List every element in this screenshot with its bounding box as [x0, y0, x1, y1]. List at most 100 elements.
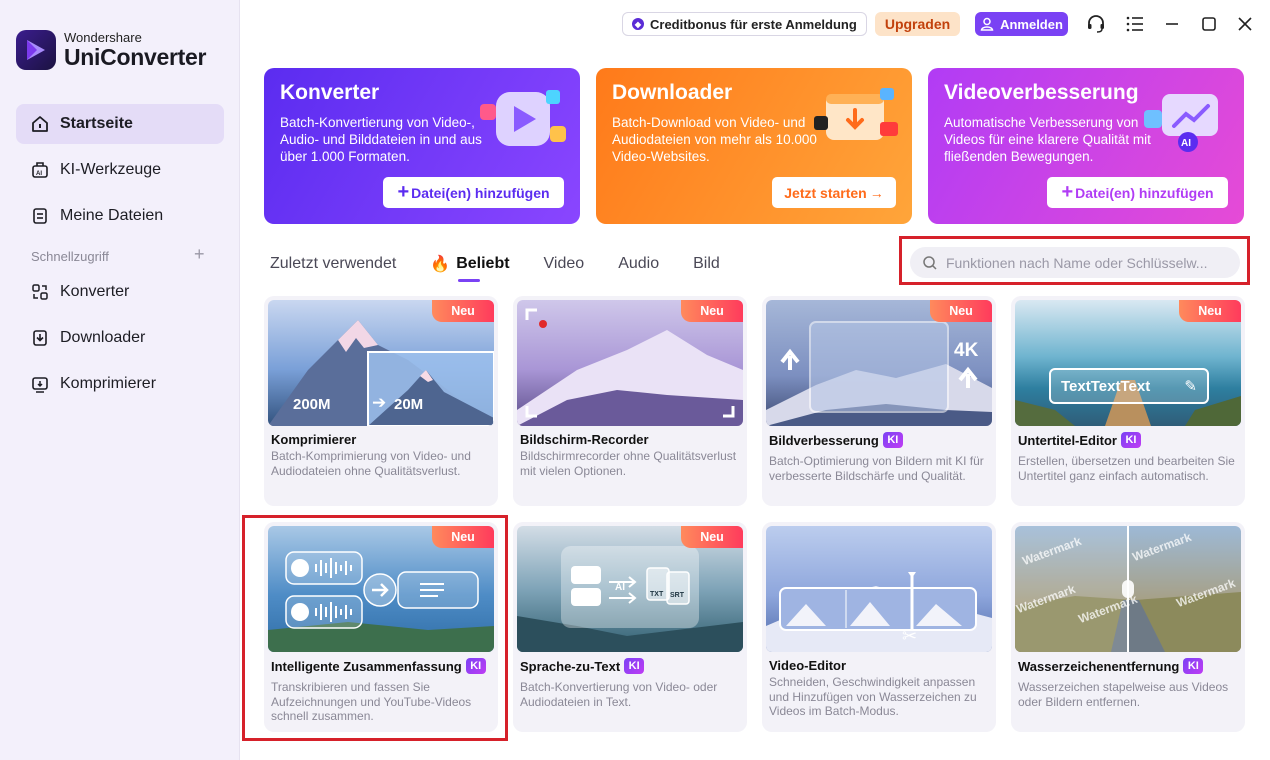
- app-logo: Wondershare UniConverter: [16, 30, 206, 70]
- tab-audio[interactable]: Audio: [618, 252, 659, 276]
- search-input[interactable]: [946, 254, 1226, 271]
- ki-badge: KI: [1183, 658, 1204, 674]
- watermark-thumbnail: Watermark Watermark Watermark Watermark …: [1015, 526, 1241, 652]
- feature-card-untertitel-editor[interactable]: TextTextText ✎ Neu Untertitel-Editor KI E…: [1011, 296, 1245, 506]
- card-title: Bildverbesserung KI: [769, 432, 903, 448]
- hero-card-videoverbesserung[interactable]: Videoverbesserung Automatische Verbesser…: [928, 68, 1244, 224]
- add-files-label: Datei(en) hinzufügen: [1075, 184, 1214, 201]
- credit-icon: ◆: [632, 18, 644, 30]
- converter-illustration-icon: [480, 90, 566, 146]
- tab-video[interactable]: Video: [544, 252, 585, 276]
- feature-card-bildverbesserung[interactable]: 4K Neu Bildverbesserung KI Batch-Optimier…: [762, 296, 996, 506]
- sidebar: Wondershare UniConverter Startseite AI K…: [0, 0, 240, 760]
- resolution-4k-label: 4K: [954, 340, 979, 361]
- ki-badge: KI: [882, 432, 903, 448]
- card-title-text: Bildverbesserung: [769, 432, 879, 448]
- hero-description: Automatische Verbesserung von Videos für…: [944, 115, 1151, 164]
- sidebar-item-label: Konverter: [60, 283, 130, 300]
- card-description: Batch-Konvertierung von Video- oder Audi…: [520, 680, 718, 709]
- subtitle-sample-box: TextTextText ✎: [1049, 368, 1209, 404]
- svg-text:AI: AI: [1181, 138, 1191, 149]
- brand-name: UniConverter: [64, 44, 207, 70]
- video-editor-thumbnail: ✂: [766, 526, 992, 652]
- new-badge: Neu: [432, 526, 494, 548]
- hero-description: Batch-Konvertierung von Video-, Audio- u…: [280, 115, 482, 164]
- sidebar-item-meine-dateien[interactable]: Meine Dateien: [16, 196, 224, 236]
- card-title-text: Untertitel-Editor: [1018, 432, 1117, 448]
- size-before: 200M: [293, 396, 331, 413]
- card-description: Wasserzeichen stapelweise aus Videos ode…: [1018, 680, 1229, 709]
- video-enhance-illustration-icon: AI: [1144, 94, 1218, 152]
- hero-card-downloader[interactable]: Downloader Batch-Download von Video- und…: [596, 68, 912, 224]
- arrow-right-icon: →: [869, 184, 884, 201]
- card-title: Wasserzeichenentfernung KI: [1018, 658, 1204, 674]
- feature-card-wasserzeichenentfernung[interactable]: Watermark Watermark Watermark Watermark …: [1011, 522, 1245, 732]
- ki-badge: KI: [624, 658, 645, 674]
- hero-description: Batch-Download von Video- und Audiodatei…: [612, 115, 817, 164]
- card-description: Erstellen, übersetzen und bearbeiten Sie…: [1018, 454, 1235, 483]
- sidebar-item-label: KI-Werkzeuge: [60, 161, 162, 178]
- close-icon[interactable]: [1233, 12, 1257, 36]
- hero-title: Videoverbesserung: [944, 81, 1139, 104]
- sidebar-item-downloader[interactable]: Downloader: [16, 318, 224, 358]
- start-now-label: Jetzt starten: [784, 184, 867, 201]
- credit-bonus-button[interactable]: ◆ Creditbonus für erste Anmeldung: [622, 12, 867, 36]
- user-icon: [980, 17, 994, 31]
- sidebar-item-ki-werkzeuge[interactable]: AI KI-Werkzeuge: [16, 150, 224, 190]
- svg-text:AI: AI: [36, 171, 42, 177]
- login-button[interactable]: Anmelden: [975, 12, 1068, 36]
- ai-label: AI: [615, 582, 625, 593]
- add-files-button[interactable]: + Datei(en) hinzufügen: [1047, 177, 1228, 208]
- card-title: Bildschirm-Recorder: [520, 432, 649, 447]
- support-headset-icon[interactable]: [1084, 12, 1108, 36]
- search-box[interactable]: [910, 247, 1240, 278]
- add-quick-access-icon[interactable]: +: [194, 244, 205, 265]
- upgrade-button[interactable]: Upgraden: [875, 12, 960, 36]
- sidebar-item-label: Meine Dateien: [60, 207, 164, 224]
- tab-zuletzt-verwendet[interactable]: Zuletzt verwendet: [270, 252, 396, 276]
- hero-card-konverter[interactable]: Konverter Batch-Konvertierung von Video-…: [264, 68, 580, 224]
- srt-label: SRT: [670, 592, 684, 599]
- card-title: Untertitel-Editor KI: [1018, 432, 1141, 448]
- ai-tools-icon: AI: [30, 160, 50, 180]
- card-title-text: Komprimierer: [271, 432, 357, 447]
- add-files-label: Datei(en) hinzufügen: [411, 184, 550, 201]
- feature-card-bildschirm-recorder[interactable]: Neu Bildschirm-Recorder Bildschirmrecord…: [513, 296, 747, 506]
- card-title-text: Video-Editor: [769, 658, 847, 673]
- tab-beliebt[interactable]: 🔥 Beliebt: [430, 252, 510, 282]
- uniconverter-logo-icon: [16, 30, 56, 70]
- card-title: Video-Editor: [769, 658, 846, 673]
- menu-list-icon[interactable]: [1123, 12, 1147, 36]
- active-tab-underline: [458, 279, 481, 282]
- add-files-button[interactable]: + Datei(en) hinzufügen: [383, 177, 564, 208]
- card-title: Sprache-zu-Text KI: [520, 658, 645, 674]
- size-after: 20M: [394, 396, 424, 413]
- files-icon: [30, 206, 50, 226]
- feature-card-video-editor[interactable]: ✂ Video-Editor Schneiden, Geschwindigkei…: [762, 522, 996, 732]
- card-description: Schneiden, Geschwindigkeit anpassen und …: [769, 675, 977, 718]
- sidebar-item-konverter[interactable]: Konverter: [16, 272, 224, 312]
- edit-pencil-icon: ✎: [1184, 378, 1197, 395]
- credit-label: Creditbonus für erste Anmeldung: [650, 16, 857, 32]
- minimize-icon[interactable]: [1160, 12, 1184, 36]
- plus-icon: +: [397, 181, 410, 203]
- start-now-button[interactable]: Jetzt starten →: [772, 177, 896, 208]
- feature-card-sprache-zu-text[interactable]: AI TXT SRT Neu Sprache-zu-Text KI Batch-K…: [513, 522, 747, 732]
- card-title-text: Wasserzeichenentfernung: [1018, 658, 1180, 674]
- card-highlight-frame: [242, 515, 508, 741]
- sidebar-item-komprimierer[interactable]: Komprimierer: [16, 364, 224, 404]
- arrow-right-icon: ➔: [372, 393, 387, 412]
- feature-card-komprimierer[interactable]: 200M ➔ 20M Neu Komprimierer Batch-Kompri…: [264, 296, 498, 506]
- tab-bild[interactable]: Bild: [693, 252, 720, 276]
- card-title: Komprimierer: [271, 432, 356, 447]
- downloader-icon: [30, 328, 50, 348]
- card-description: Batch-Komprimierung von Video- und Audio…: [271, 449, 471, 478]
- maximize-icon[interactable]: [1197, 12, 1221, 36]
- hero-title: Konverter: [280, 81, 380, 104]
- txt-label: TXT: [650, 591, 664, 598]
- sidebar-item-label: Startseite: [60, 115, 133, 132]
- fire-icon: 🔥: [430, 256, 451, 273]
- sidebar-item-startseite[interactable]: Startseite: [16, 104, 224, 144]
- ki-badge: KI: [1120, 432, 1141, 448]
- card-description: Bildschirmrecorder ohne Qualitätsverlust…: [520, 449, 737, 478]
